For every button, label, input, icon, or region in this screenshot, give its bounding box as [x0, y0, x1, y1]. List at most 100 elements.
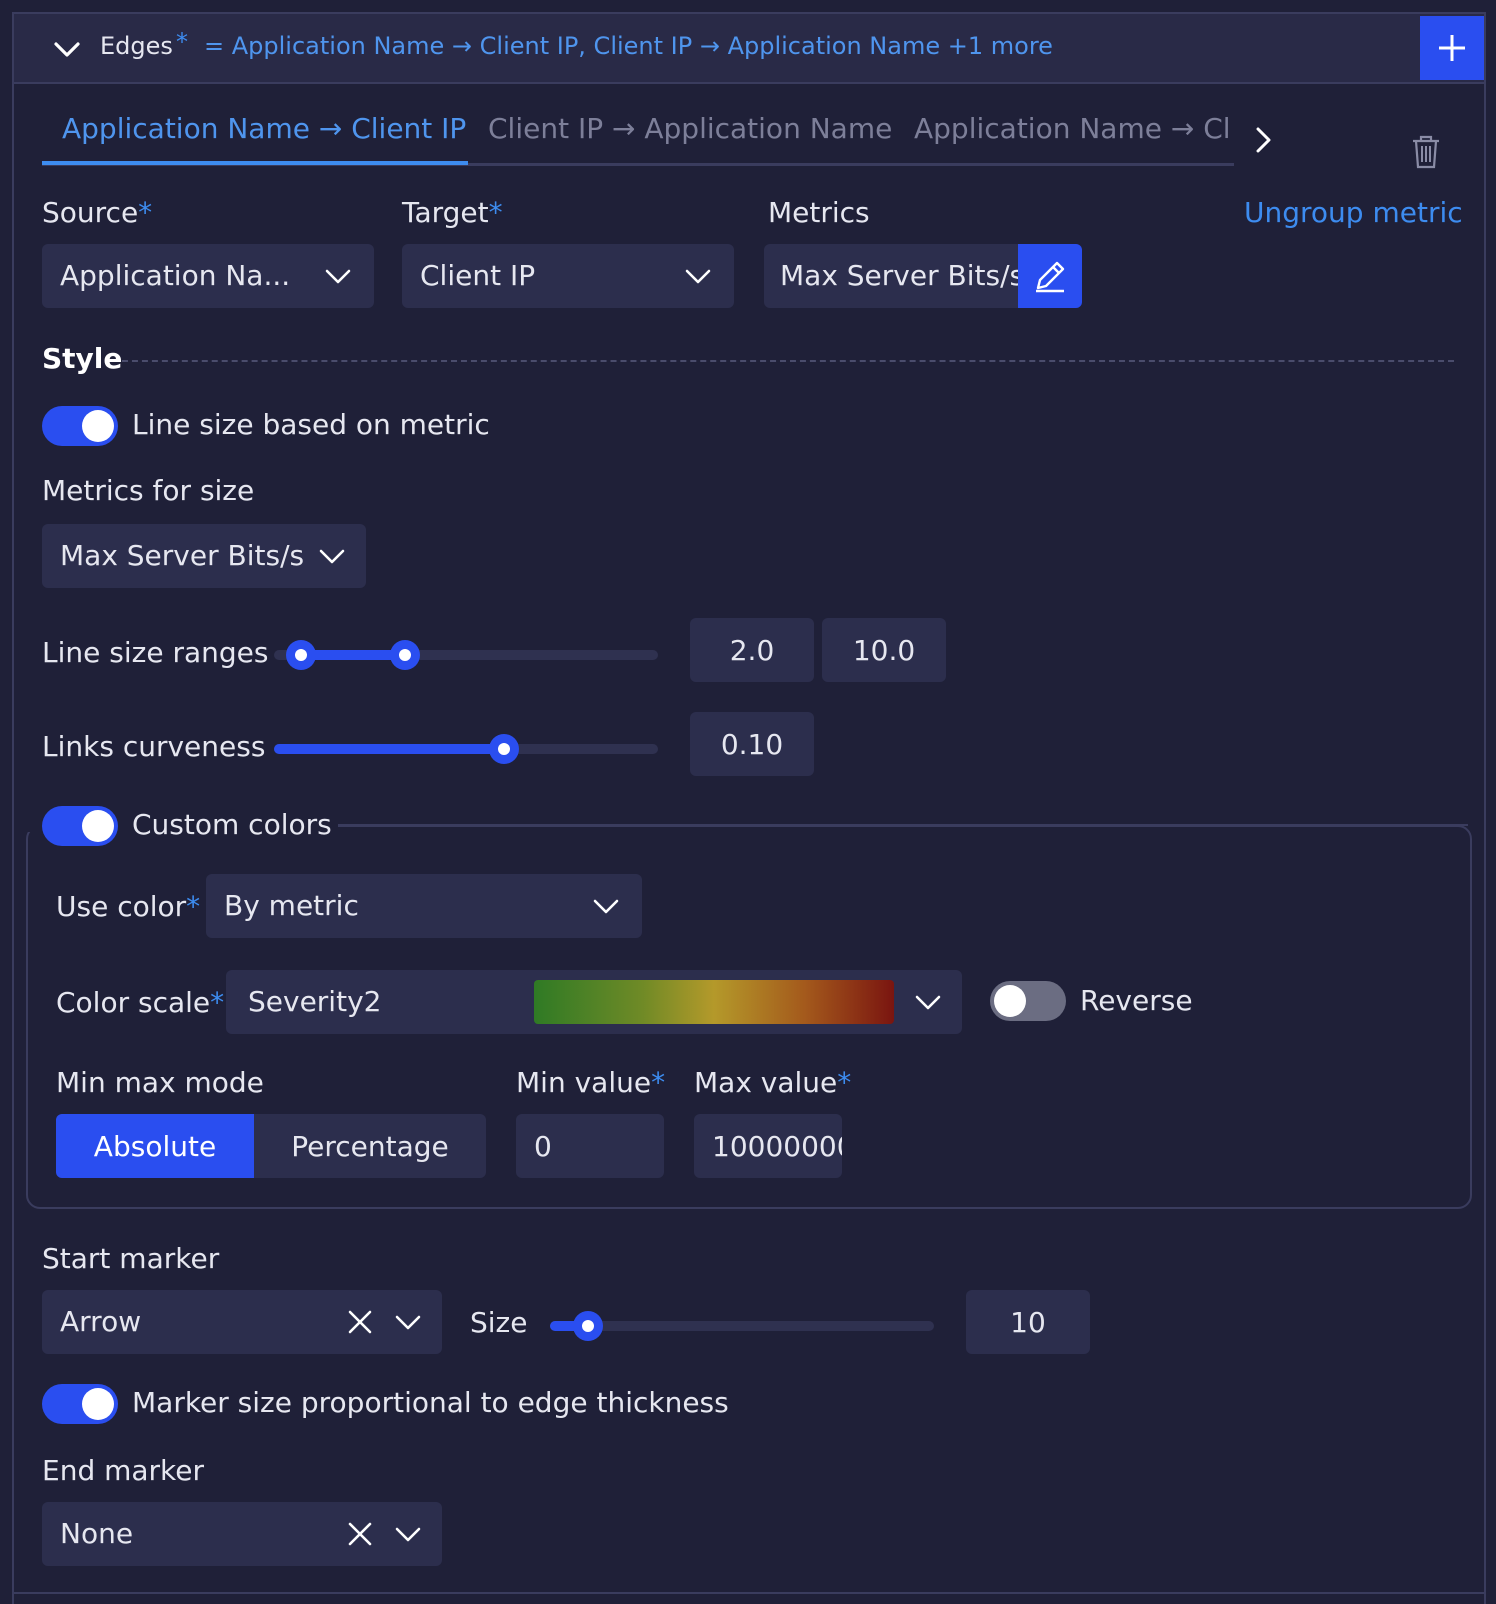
color-scale-gradient [534, 980, 894, 1024]
active-tab-indicator [42, 161, 468, 165]
marker-proportional-label: Marker size proportional to edge thickne… [132, 1386, 729, 1419]
start-marker-label: Start marker [42, 1242, 220, 1275]
metrics-for-size-label: Metrics for size [42, 474, 255, 507]
line-size-toggle-label: Line size based on metric [132, 408, 490, 441]
max-value-required-mark: * [837, 1066, 852, 1099]
line-size-ranges-label: Line size ranges [42, 636, 269, 669]
plus-icon [1439, 35, 1465, 61]
toggle-knob [994, 985, 1026, 1017]
target-required-mark: * [488, 196, 503, 229]
add-edge-button[interactable] [1420, 16, 1484, 80]
curveness-input[interactable]: 0.10 [690, 712, 814, 776]
source-select[interactable]: Application Na... [42, 244, 374, 308]
min-value-required-mark: * [651, 1066, 666, 1099]
min-max-mode-label: Min max mode [56, 1066, 264, 1099]
style-divider [122, 360, 1454, 362]
ungroup-metric-link[interactable]: Ungroup metric [1244, 196, 1463, 229]
target-label-text: Target [402, 196, 489, 229]
source-value: Application Na... [60, 259, 291, 292]
max-value-label-text: Max value [694, 1066, 838, 1099]
min-value-label-text: Min value [516, 1066, 652, 1099]
color-scale-label: Color scale* [56, 986, 224, 1019]
pencil-icon [1036, 261, 1065, 293]
style-section-title: Style [42, 342, 123, 375]
metrics-for-size-select[interactable]: Max Server Bits/s [42, 524, 366, 588]
start-marker-select[interactable]: Arrow [42, 1290, 442, 1354]
required-mark: * [176, 28, 188, 56]
reverse-toggle[interactable] [990, 981, 1066, 1021]
chevron-down-icon [685, 269, 711, 284]
edges-header[interactable]: Edges * = Application Name → Client IP, … [14, 14, 1484, 84]
color-scale-value: Severity2 [248, 985, 382, 1018]
more-link[interactable]: +1 more [948, 32, 1053, 60]
end-marker-value: None [60, 1517, 134, 1550]
line-size-range-fill [300, 650, 405, 660]
line-size-max-handle[interactable] [389, 640, 420, 670]
edges-summary: = Application Name → Client IP, Client I… [204, 32, 1053, 60]
links-curveness-label: Links curveness [42, 730, 266, 763]
target-select[interactable]: Client IP [402, 244, 734, 308]
chevron-down-icon [319, 549, 345, 564]
max-value-label: Max value* [694, 1066, 851, 1099]
chevron-down-icon[interactable] [50, 32, 84, 66]
custom-colors-toggle[interactable] [42, 806, 118, 846]
toggle-knob [82, 810, 114, 842]
edges-title: Edges [100, 32, 173, 60]
color-scale-required-mark: * [210, 986, 225, 1019]
marker-size-label: Size [470, 1306, 528, 1339]
close-icon[interactable] [344, 1518, 376, 1550]
edge-tabs: Application Name → Client IP Client IP →… [42, 112, 1234, 166]
line-size-toggle[interactable] [42, 406, 118, 446]
chevron-down-icon [325, 269, 351, 284]
panel-bottom-border [14, 1592, 1484, 1594]
end-marker-select[interactable]: None [42, 1502, 442, 1566]
chevron-down-icon [395, 1527, 421, 1542]
chevron-right-icon[interactable] [1250, 124, 1276, 156]
tab-client-to-app[interactable]: Client IP → Application Name [488, 112, 892, 145]
metrics-label: Metrics [768, 196, 870, 229]
line-size-min-handle[interactable] [285, 640, 316, 670]
target-value: Client IP [420, 259, 536, 292]
use-color-select[interactable]: By metric [206, 874, 642, 938]
mode-percentage-button[interactable]: Percentage [254, 1114, 486, 1178]
metrics-field[interactable]: Max Server Bits/s [764, 244, 1024, 308]
chevron-down-icon [395, 1315, 421, 1330]
reverse-label: Reverse [1080, 984, 1193, 1017]
max-value-text: 1000000000 [712, 1129, 842, 1163]
marker-size-input[interactable]: 10 [966, 1290, 1090, 1354]
color-scale-label-text: Color scale [56, 986, 211, 1019]
use-color-required-mark: * [186, 890, 201, 923]
marker-proportional-toggle[interactable] [42, 1384, 118, 1424]
marker-size-track[interactable] [550, 1321, 934, 1331]
curveness-fill [274, 744, 505, 754]
min-value-input[interactable]: 0 [516, 1114, 664, 1178]
line-size-min-input[interactable]: 2.0 [690, 618, 814, 682]
summary-text: = Application Name → Client IP, Client I… [204, 32, 941, 60]
mode-absolute-button[interactable]: Absolute [56, 1114, 254, 1178]
source-label: Source* [42, 196, 152, 229]
chevron-down-icon [915, 995, 941, 1010]
end-marker-label: End marker [42, 1454, 205, 1487]
custom-colors-divider [338, 824, 1468, 826]
edit-metrics-button[interactable] [1018, 244, 1082, 308]
source-label-text: Source [42, 196, 139, 229]
tab-app-to-client-2[interactable]: Application Name → Clie [914, 112, 1230, 145]
target-label: Target* [402, 196, 503, 229]
min-value-label: Min value* [516, 1066, 665, 1099]
trash-icon[interactable] [1410, 134, 1442, 170]
use-color-label: Use color* [56, 890, 200, 923]
max-value-input[interactable]: 1000000000 [694, 1114, 842, 1178]
tab-app-to-client[interactable]: Application Name → Client IP [62, 112, 466, 145]
toggle-knob [82, 1388, 114, 1420]
metrics-value: Max Server Bits/s [780, 259, 1025, 292]
source-required-mark: * [138, 196, 153, 229]
use-color-value: By metric [224, 889, 359, 922]
toggle-knob [82, 410, 114, 442]
start-marker-value: Arrow [60, 1305, 142, 1338]
chevron-down-icon [593, 899, 619, 914]
custom-colors-label: Custom colors [132, 808, 332, 841]
line-size-max-input[interactable]: 10.0 [822, 618, 946, 682]
close-icon[interactable] [344, 1306, 376, 1338]
metrics-for-size-value: Max Server Bits/s [60, 539, 305, 572]
use-color-label-text: Use color [56, 890, 187, 923]
